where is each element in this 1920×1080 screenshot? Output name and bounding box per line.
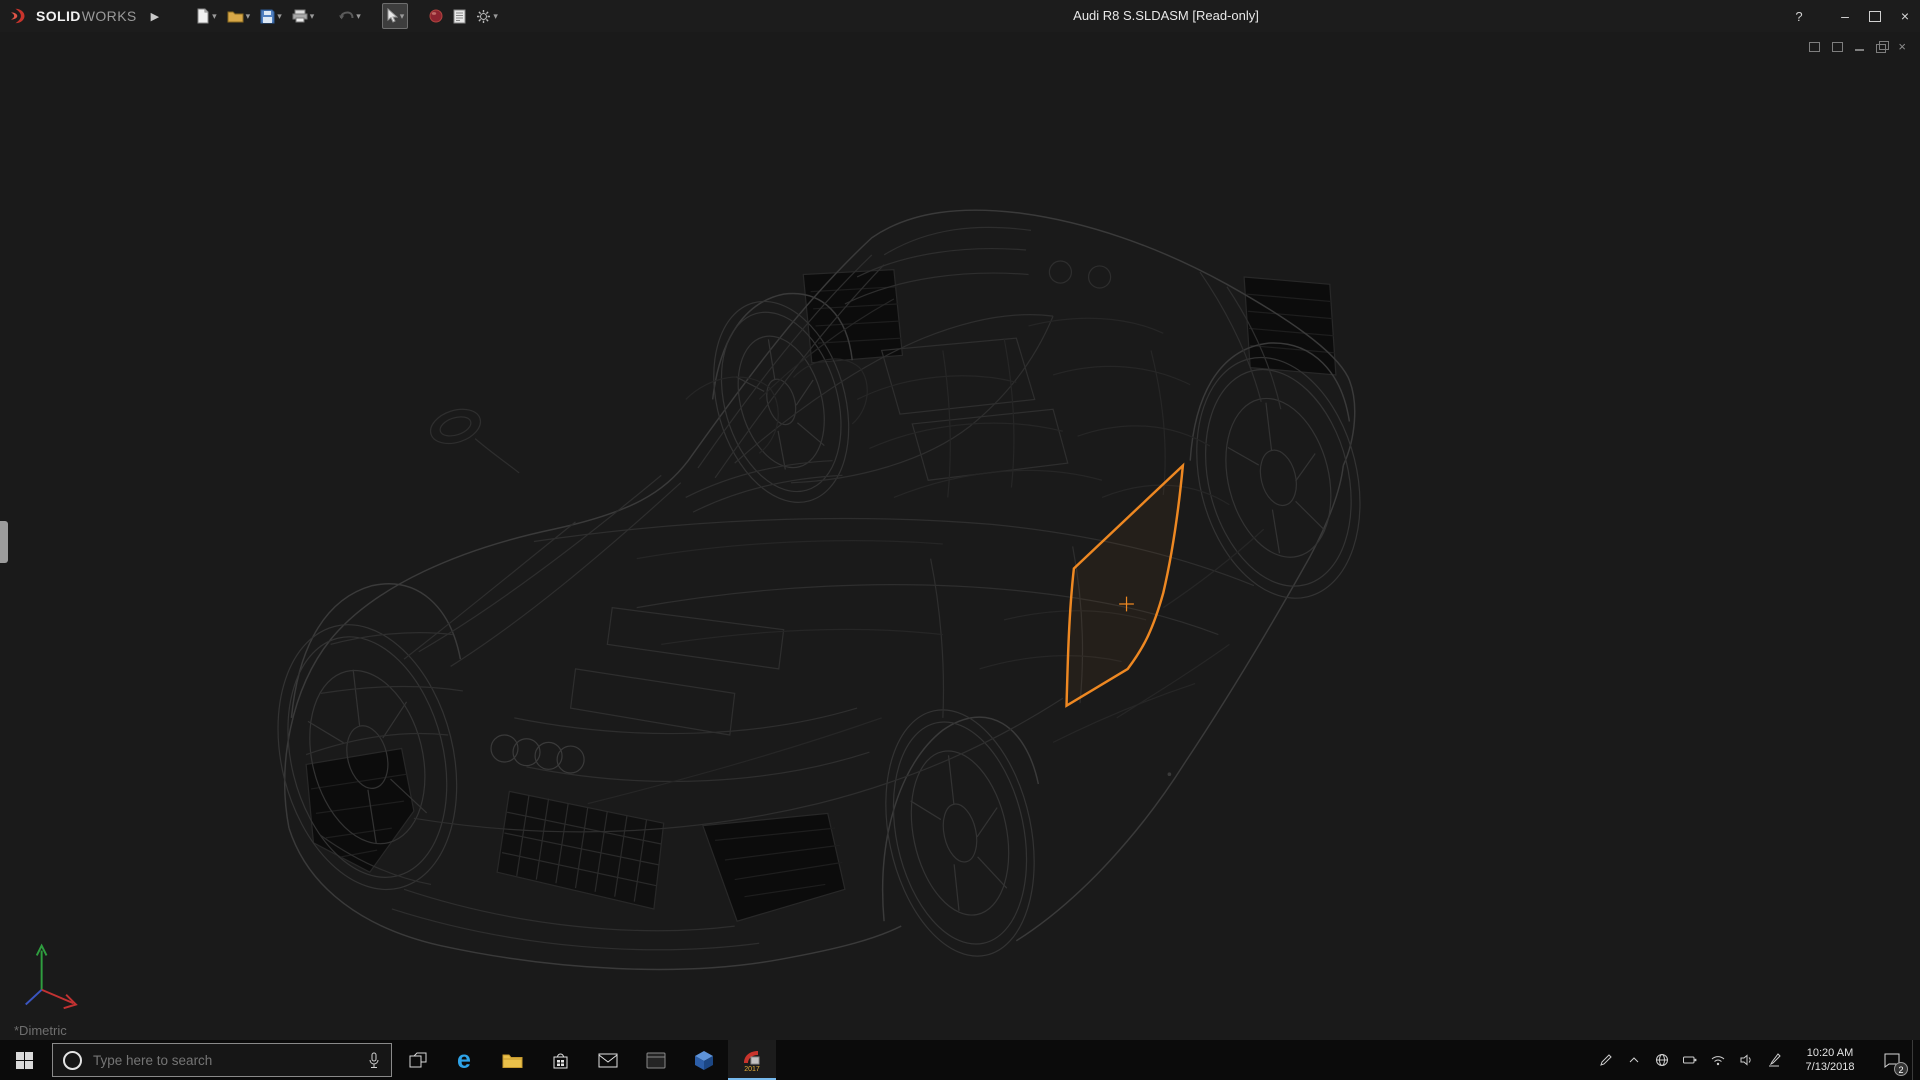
clock-date: 7/13/2018 — [1806, 1060, 1855, 1074]
open-button[interactable]: ▾ — [224, 4, 254, 28]
solidworks-app-icon: 2017 — [740, 1048, 764, 1072]
solidworks-window: SOLID WORKS ▶ ▾ ▾ ▾ ▾ ▾ — [0, 0, 1920, 1080]
brand-solid-text: SOLID — [36, 8, 81, 24]
save-icon — [260, 9, 275, 24]
tray-ink-button[interactable] — [1760, 1040, 1788, 1080]
taskbar-search[interactable] — [52, 1043, 392, 1077]
document-window-controls: × — [1809, 40, 1906, 53]
store-bag-icon — [551, 1051, 570, 1070]
appearance-button[interactable] — [426, 4, 446, 28]
maximize-icon — [1869, 11, 1881, 22]
cube-3d-icon — [693, 1050, 715, 1071]
tray-hidden-icons-button[interactable] — [1620, 1040, 1648, 1080]
maximize-button[interactable] — [1860, 0, 1890, 32]
doc-minimize-icon[interactable] — [1855, 49, 1864, 51]
properties-button[interactable] — [450, 4, 469, 28]
dropdown-arrow-icon[interactable]: ▾ — [400, 11, 405, 22]
gear-icon — [476, 9, 491, 24]
app-window-icon — [646, 1052, 666, 1069]
titlebar: SOLID WORKS ▶ ▾ ▾ ▾ ▾ ▾ — [0, 0, 1920, 32]
clock-time: 10:20 AM — [1807, 1046, 1853, 1060]
tray-pen-button[interactable] — [1592, 1040, 1620, 1080]
taskbar: e 2017 — [0, 1040, 1920, 1080]
task-view-icon — [409, 1052, 427, 1068]
app-icon-edge[interactable]: e — [440, 1040, 488, 1080]
quick-access-toolbar: ▾ ▾ ▾ ▾ ▾ ▾ — [193, 3, 501, 29]
app-icon-cube[interactable] — [680, 1040, 728, 1080]
tray-network-button[interactable] — [1648, 1040, 1676, 1080]
properties-document-icon — [453, 9, 466, 24]
solidworks-logo: SOLID WORKS — [0, 7, 137, 25]
undo-icon — [338, 10, 354, 22]
app-icon-window[interactable] — [632, 1040, 680, 1080]
edge-icon: e — [457, 1048, 471, 1073]
search-input[interactable] — [91, 1052, 358, 1069]
notification-badge: 2 — [1894, 1062, 1908, 1076]
select-cursor-icon — [386, 8, 398, 24]
orientation-triad — [26, 946, 76, 1008]
graphics-area[interactable]: × *Dimetric — [0, 32, 1920, 1040]
svg-text:2017: 2017 — [744, 1066, 760, 1072]
doc-close-icon[interactable]: × — [1898, 40, 1906, 53]
chevron-up-icon — [1626, 1052, 1642, 1068]
microphone-icon[interactable] — [367, 1052, 381, 1069]
car-wireframe-canvas — [0, 32, 1920, 1040]
app-icon-mail[interactable] — [584, 1040, 632, 1080]
dropdown-arrow-icon[interactable]: ▾ — [246, 11, 251, 22]
globe-icon — [1654, 1052, 1670, 1068]
selected-face[interactable] — [1067, 466, 1183, 706]
new-document-button[interactable]: ▾ — [193, 4, 220, 28]
taskbar-clock[interactable]: 10:20 AM 7/13/2018 — [1788, 1040, 1872, 1080]
battery-icon — [1682, 1052, 1698, 1068]
save-button[interactable]: ▾ — [257, 4, 285, 28]
options-button[interactable]: ▾ — [473, 4, 501, 28]
windows-logo-icon — [16, 1052, 33, 1069]
cortana-icon — [63, 1051, 82, 1070]
select-tool-button[interactable]: ▾ — [382, 3, 409, 29]
show-desktop-button[interactable] — [1912, 1040, 1920, 1080]
dropdown-arrow-icon[interactable]: ▾ — [310, 11, 315, 22]
dropdown-arrow-icon[interactable]: ▾ — [493, 11, 498, 22]
toolbar-flyout-arrow[interactable]: ▶ — [151, 10, 159, 23]
document-title: Audi R8 S.SLDASM [Read-only] — [1073, 0, 1259, 32]
new-document-icon — [196, 8, 210, 24]
app-icon-file-explorer[interactable] — [488, 1040, 536, 1080]
view-orientation-label: *Dimetric — [14, 1023, 67, 1038]
audi-rings — [491, 735, 584, 773]
undo-button[interactable]: ▾ — [335, 4, 364, 28]
mail-envelope-icon — [598, 1053, 618, 1068]
window-controls: ? – × — [1784, 0, 1920, 32]
doc-pane-icon[interactable] — [1832, 42, 1843, 52]
ds-logo-icon — [8, 7, 32, 25]
start-button[interactable] — [0, 1040, 48, 1080]
dropdown-arrow-icon[interactable]: ▾ — [277, 11, 282, 22]
tray-wifi-button[interactable] — [1704, 1040, 1732, 1080]
task-view-button[interactable] — [396, 1040, 440, 1080]
panel-flyout-tab[interactable] — [0, 521, 8, 563]
open-folder-icon — [227, 9, 244, 23]
folder-icon — [502, 1052, 523, 1069]
print-icon — [292, 9, 308, 23]
wifi-icon — [1710, 1052, 1726, 1068]
close-button[interactable]: × — [1890, 0, 1920, 32]
appearance-sphere-icon — [429, 9, 443, 23]
dropdown-arrow-icon[interactable]: ▾ — [212, 11, 217, 22]
help-button[interactable]: ? — [1784, 0, 1814, 32]
action-center-button[interactable]: 2 — [1872, 1040, 1912, 1080]
pen-icon — [1598, 1052, 1614, 1068]
dropdown-arrow-icon[interactable]: ▾ — [356, 11, 361, 22]
app-icon-store[interactable] — [536, 1040, 584, 1080]
volume-icon — [1738, 1052, 1754, 1068]
tray-volume-button[interactable] — [1732, 1040, 1760, 1080]
doc-pane-icon[interactable] — [1809, 42, 1820, 52]
minimize-button[interactable]: – — [1830, 0, 1860, 32]
doc-restore-icon[interactable] — [1876, 44, 1886, 53]
car-wireframe — [252, 210, 1384, 970]
brand-works-text: WORKS — [82, 8, 137, 24]
stylus-icon — [1766, 1052, 1782, 1068]
print-button[interactable]: ▾ — [289, 4, 318, 28]
tray-battery-button[interactable] — [1676, 1040, 1704, 1080]
app-icon-solidworks[interactable]: 2017 — [728, 1040, 776, 1080]
